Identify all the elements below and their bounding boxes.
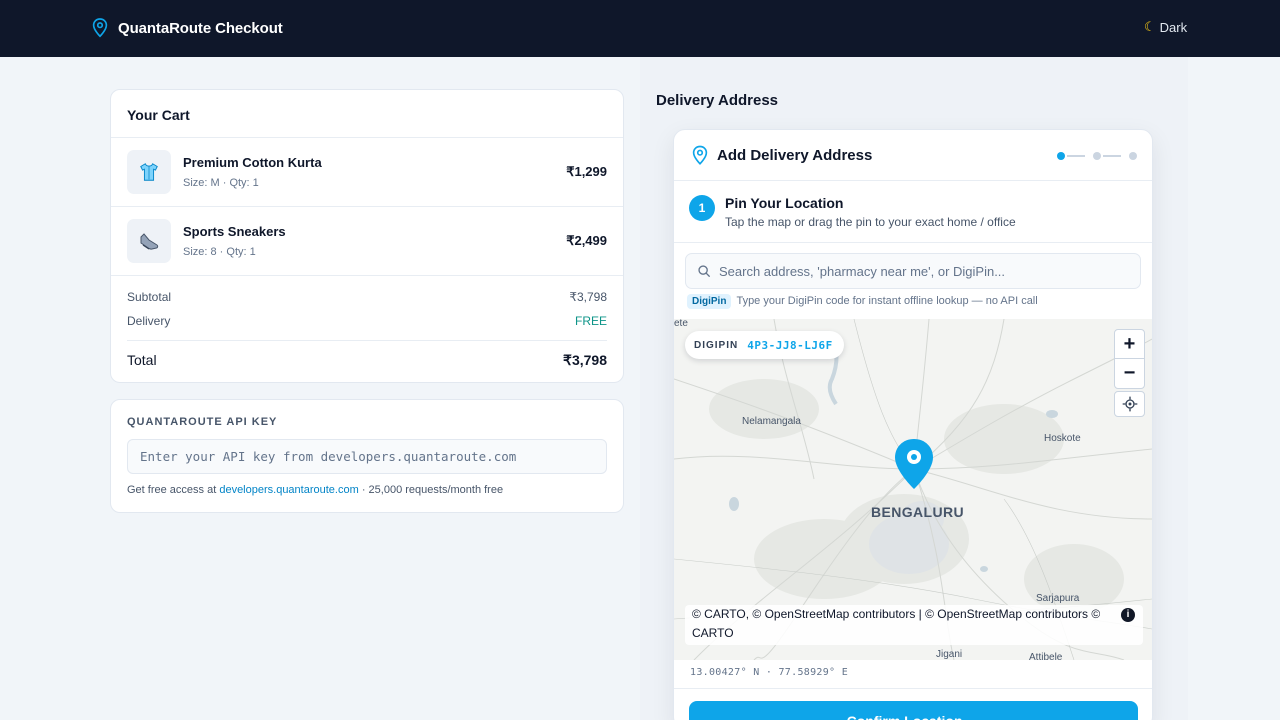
api-help-prefix: Get free access at	[127, 484, 217, 496]
divider	[127, 340, 607, 341]
step-title: Pin Your Location	[725, 195, 844, 211]
sneaker-icon	[127, 219, 171, 263]
cart-item: Sports Sneakers Size: 8 · Qty: 1 ₹2,499	[111, 207, 623, 276]
api-key-help: Get free access at developers.quantarout…	[127, 484, 503, 496]
item-name: Premium Cotton Kurta	[183, 155, 322, 170]
delivery-row: Delivery FREE	[127, 314, 607, 328]
crosshair-icon	[1122, 396, 1137, 412]
confirm-location-button[interactable]: Confirm Location →	[689, 701, 1138, 720]
coordinates-readout: 13.00427° N · 77.58929° E	[690, 667, 849, 678]
step-connector	[1067, 155, 1085, 157]
location-pin-icon	[692, 145, 708, 165]
divider	[674, 688, 1152, 689]
address-panel-title: Add Delivery Address	[717, 147, 873, 164]
top-navbar: QuantaRoute Checkout ☾ Dark	[0, 0, 1280, 57]
api-key-title: QUANTAROUTE API KEY	[127, 416, 278, 428]
map-place-label: Nelamangala	[742, 416, 801, 427]
item-meta: Size: 8 · Qty: 1	[183, 246, 256, 258]
search-icon	[698, 265, 710, 277]
zoom-controls: + −	[1114, 329, 1145, 389]
moon-icon: ☾	[1144, 19, 1156, 34]
item-meta: Size: M · Qty: 1	[183, 177, 259, 189]
item-price: ₹1,299	[566, 164, 607, 179]
step-progress	[1057, 151, 1137, 161]
address-panel: Add Delivery Address 1 Pin Your Location…	[673, 129, 1153, 720]
item-price: ₹2,499	[566, 233, 607, 248]
cart-card: Your Cart Premium Cotton Kurta Size: M ·…	[110, 89, 624, 383]
address-panel-header: Add Delivery Address	[674, 130, 1152, 181]
api-key-card: QUANTAROUTE API KEY Get free access at d…	[110, 399, 624, 513]
map-place-label: Sarjapura	[1036, 593, 1080, 604]
subtotal-label: Subtotal	[127, 290, 172, 304]
digipin-badge: DigiPin	[687, 294, 732, 309]
brand: QuantaRoute Checkout	[91, 17, 283, 39]
digipin-code: 4P3-JJ8-LJ6F	[747, 338, 833, 352]
map-attribution: © CARTO, © OpenStreetMap contributors | …	[685, 605, 1143, 645]
subtotal-row: Subtotal ₹3,798	[127, 290, 607, 304]
step-dot	[1093, 152, 1101, 160]
location-pin-icon	[92, 18, 108, 38]
digipin-hint: DigiPin Type your DigiPin code for instan…	[687, 294, 1038, 309]
step-number: 1	[689, 195, 715, 221]
total-value: ₹3,798	[563, 352, 607, 368]
brand-name: QuantaRoute Checkout	[118, 19, 283, 37]
map-city-label: BENGALURU	[871, 504, 965, 520]
map-place-label: Attibele	[1029, 652, 1063, 660]
delivery-section-title: Delivery Address	[656, 92, 779, 109]
total-row: Total ₹3,798	[127, 352, 607, 368]
address-search	[685, 253, 1141, 289]
map[interactable]: DIGIPIN 4P3-JJ8-LJ6F + − ete Nelamangala…	[674, 319, 1152, 660]
digipin-chip-label: DIGIPIN	[694, 339, 739, 351]
api-key-input[interactable]	[127, 439, 607, 474]
step-subtitle: Tap the map or drag the pin to your exac…	[725, 215, 1016, 229]
digipin-chip: DIGIPIN 4P3-JJ8-LJ6F	[685, 331, 844, 359]
zoom-in-button[interactable]: +	[1115, 330, 1144, 359]
digipin-hint-text: Type your DigiPin code for instant offli…	[736, 295, 1038, 307]
map-pin-marker-icon[interactable]	[893, 437, 935, 491]
divider	[111, 275, 623, 276]
cart-title: Your Cart	[127, 107, 190, 123]
item-name: Sports Sneakers	[183, 224, 286, 239]
cart-item: Premium Cotton Kurta Size: M · Qty: 1 ₹1…	[111, 138, 623, 207]
developers-link[interactable]: developers.quantaroute.com	[219, 484, 358, 496]
address-search-input[interactable]	[719, 254, 1129, 288]
locate-me-button[interactable]	[1114, 391, 1145, 417]
map-place-label: Jigani	[936, 649, 963, 660]
step-dot-active	[1057, 152, 1065, 160]
theme-toggle-button[interactable]: ☾ Dark	[1144, 19, 1187, 35]
delivery-label: Delivery	[127, 314, 171, 328]
zoom-out-button[interactable]: −	[1115, 359, 1144, 388]
map-place-label: ete	[674, 319, 688, 329]
step-connector	[1103, 155, 1121, 157]
step-dot	[1129, 152, 1137, 160]
delivery-value: FREE	[574, 314, 607, 328]
api-help-suffix: · 25,000 requests/month free	[361, 484, 504, 496]
step-header: 1 Pin Your Location Tap the map or drag …	[674, 182, 1152, 243]
subtotal-value: ₹3,798	[569, 290, 607, 304]
info-icon[interactable]: i	[1121, 608, 1135, 622]
shirt-icon	[127, 150, 171, 194]
theme-label: Dark	[1159, 19, 1188, 35]
map-place-label: Hoskote	[1044, 433, 1081, 444]
total-label: Total	[127, 352, 157, 368]
attribution-text: © CARTO, © OpenStreetMap contributors | …	[692, 607, 1101, 640]
